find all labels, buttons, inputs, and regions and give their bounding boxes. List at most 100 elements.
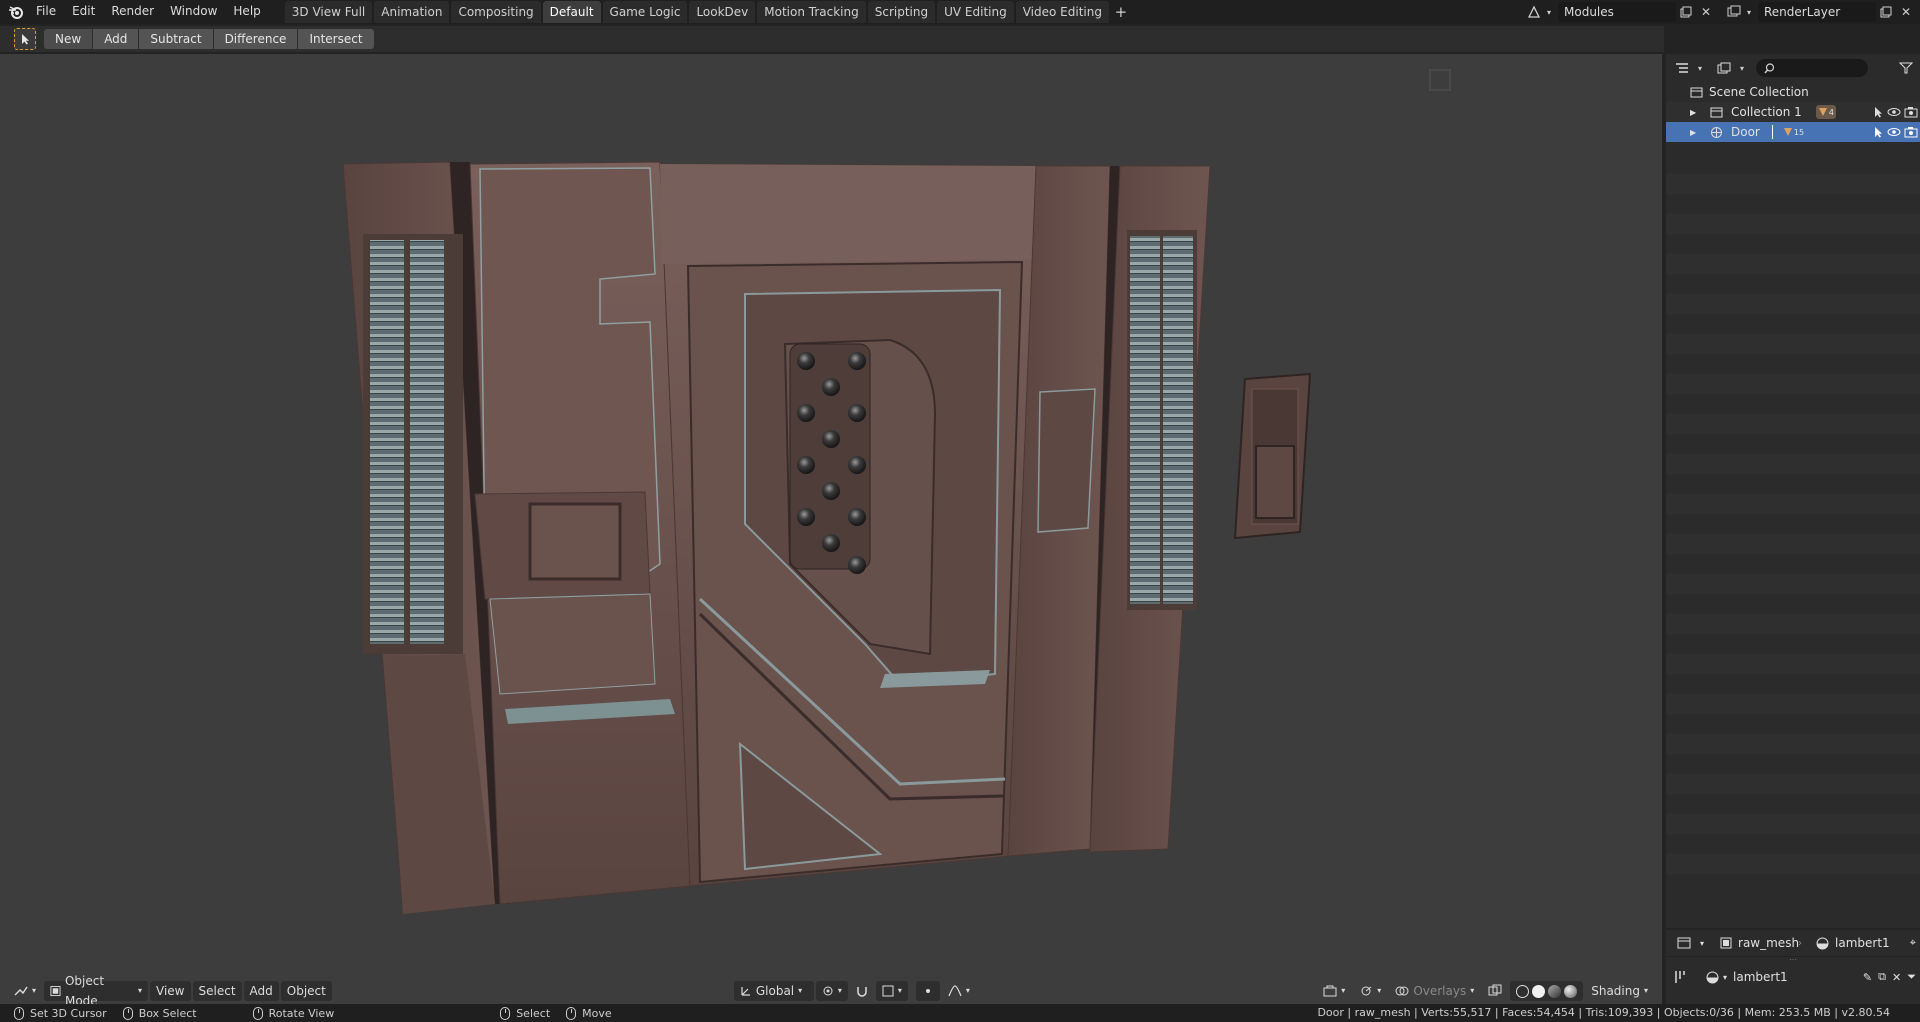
- display-mode-icon[interactable]: [1714, 58, 1734, 78]
- child-count-badge: 15: [1771, 125, 1804, 139]
- chevron-down-icon[interactable]: ▾: [1544, 2, 1554, 22]
- tab-motion-tracking[interactable]: Motion Tracking: [757, 1, 866, 23]
- camera-icon[interactable]: [1904, 126, 1918, 138]
- camera-icon[interactable]: [1904, 106, 1918, 118]
- tab-scripting[interactable]: Scripting: [867, 1, 936, 23]
- close-icon[interactable]: ✕: [1696, 2, 1716, 22]
- pin-icon[interactable]: ⌖: [1910, 936, 1916, 950]
- expand-arrow-icon[interactable]: ▶: [1690, 108, 1704, 117]
- chevron-down-icon: ▾: [1470, 986, 1475, 995]
- material-shading-icon[interactable]: [1548, 984, 1562, 998]
- rendered-shading-icon[interactable]: [1564, 984, 1578, 998]
- menu-edit[interactable]: Edit: [64, 0, 103, 24]
- transform-orientation-select[interactable]: Global ▾: [733, 981, 814, 1001]
- overlays-button[interactable]: Overlays ▾: [1389, 981, 1481, 1001]
- view-object-types-button[interactable]: ▾: [1317, 981, 1352, 1001]
- outliner-editor-icon[interactable]: [1672, 58, 1692, 78]
- chevron-down-icon[interactable]: ▾: [1696, 58, 1704, 78]
- properties-context-row: ▾ raw_mesh › lambert1 ⌖: [1666, 930, 1920, 956]
- material-browse-button[interactable]: ▾: [1706, 971, 1727, 984]
- falloff-button[interactable]: ▾: [941, 981, 976, 1001]
- tab-lookdev[interactable]: LookDev: [689, 1, 756, 23]
- scene-collection-label: Scene Collection: [1709, 85, 1809, 99]
- fake-user-icon[interactable]: ✎: [1863, 971, 1872, 984]
- snap-target-button[interactable]: ▾: [875, 981, 908, 1001]
- filter-icon[interactable]: [1896, 58, 1916, 78]
- search-icon: [1764, 62, 1775, 73]
- wireframe-shading-icon[interactable]: [1516, 984, 1530, 998]
- tab-uv-editing[interactable]: UV Editing: [937, 1, 1014, 23]
- material-slot-field[interactable]: lambert1: [1733, 970, 1788, 984]
- menu-add[interactable]: Add: [243, 981, 279, 1001]
- row-toggles: [1872, 122, 1918, 142]
- shading-mode-group: [1510, 981, 1584, 1001]
- expand-arrow-icon[interactable]: ▶: [1690, 128, 1704, 137]
- proportional-edit-icon: [925, 989, 930, 993]
- properties-editor-icon[interactable]: [1674, 933, 1694, 953]
- filter-icon[interactable]: ⏷: [1907, 970, 1916, 984]
- tab-game-logic[interactable]: Game Logic: [602, 1, 688, 23]
- view-layer-icon[interactable]: [1724, 2, 1744, 22]
- tab-default[interactable]: Default: [542, 1, 601, 23]
- collection-label: Collection 1: [1731, 105, 1802, 119]
- outliner-header: ▾ ▾: [1666, 54, 1920, 82]
- snap-toggle-button[interactable]: [849, 981, 874, 1001]
- eye-icon[interactable]: [1887, 126, 1901, 138]
- selectable-arrow-icon[interactable]: [1872, 126, 1884, 138]
- selectable-arrow-icon[interactable]: [1872, 106, 1884, 118]
- menu-object[interactable]: Object: [280, 981, 332, 1001]
- chevron-down-icon: ▾: [1377, 986, 1382, 995]
- menu-help[interactable]: Help: [225, 0, 268, 24]
- scene-name-field[interactable]: Modules: [1558, 2, 1676, 22]
- menu-select[interactable]: Select: [192, 981, 242, 1001]
- scene-collection-row[interactable]: Scene Collection: [1666, 82, 1920, 102]
- bool-intersect-button[interactable]: Intersect: [298, 29, 374, 49]
- xray-toggle-button[interactable]: [1482, 981, 1509, 1001]
- menu-view[interactable]: View: [150, 981, 191, 1001]
- close-icon[interactable]: ✕: [1892, 971, 1901, 984]
- orientation-label: Global: [755, 984, 795, 998]
- chevron-down-icon[interactable]: ▾: [1744, 2, 1754, 22]
- shading-popover-button[interactable]: Shading ▾: [1585, 981, 1654, 1001]
- breadcrumb-separator: ›: [1798, 937, 1803, 949]
- menu-file[interactable]: File: [28, 0, 64, 24]
- panel-resize-handle[interactable]: ⋯: [1666, 956, 1920, 964]
- duplicate-icon[interactable]: ⧉: [1878, 970, 1886, 984]
- new-scene-icon[interactable]: [1676, 2, 1696, 22]
- boolean-operation-group: New Add Subtract Difference Intersect: [44, 29, 375, 49]
- chevron-down-icon[interactable]: ▾: [1700, 939, 1704, 948]
- chevron-down-icon: ▾: [965, 986, 970, 995]
- outliner-row-door[interactable]: ▶ Door 15: [1666, 122, 1920, 142]
- new-view-layer-icon[interactable]: [1876, 2, 1896, 22]
- add-workspace-button[interactable]: +: [1111, 3, 1131, 21]
- outliner-row-collection-1[interactable]: ▶ Collection 1 4: [1666, 102, 1920, 122]
- menu-window[interactable]: Window: [162, 0, 225, 24]
- outliner-empty-rows: [1666, 154, 1920, 874]
- bool-add-button[interactable]: Add: [93, 29, 139, 49]
- chevron-down-icon[interactable]: ▾: [1738, 58, 1746, 78]
- scene-icon[interactable]: [1524, 2, 1544, 22]
- tab-video-editing[interactable]: Video Editing: [1015, 1, 1109, 23]
- tab-animation[interactable]: Animation: [374, 1, 450, 23]
- bool-subtract-button[interactable]: Subtract: [139, 29, 213, 49]
- select-tool-icon[interactable]: [14, 28, 36, 50]
- menu-render[interactable]: Render: [103, 0, 162, 24]
- close-icon[interactable]: ✕: [1896, 2, 1916, 22]
- blender-logo-icon[interactable]: [4, 0, 28, 24]
- pivot-point-button[interactable]: ▾: [815, 981, 848, 1001]
- solid-shading-icon[interactable]: [1532, 984, 1546, 998]
- workspace-tabs: 3D View Full Animation Compositing Defau…: [284, 0, 1131, 24]
- view-layer-field[interactable]: RenderLayer: [1758, 2, 1876, 22]
- eye-icon[interactable]: [1887, 106, 1901, 118]
- editor-type-button[interactable]: ▾: [8, 981, 43, 1001]
- mode-select[interactable]: Object Mode ▾: [44, 974, 149, 1008]
- 3d-viewport[interactable]: [0, 54, 1662, 978]
- properties-panel: ▾ raw_mesh › lambert1 ⌖ ⋯ ▾ lambert1 ✎ ⧉…: [1666, 930, 1920, 1004]
- proportional-edit-button[interactable]: [915, 981, 940, 1001]
- bool-new-button[interactable]: New: [44, 29, 93, 49]
- tab-3d-view-full[interactable]: 3D View Full: [284, 1, 373, 23]
- tab-compositing[interactable]: Compositing: [451, 1, 541, 23]
- gizmo-toggle-button[interactable]: ▾: [1353, 981, 1388, 1001]
- bool-difference-button[interactable]: Difference: [213, 29, 298, 49]
- outliner-search-input[interactable]: [1756, 59, 1868, 77]
